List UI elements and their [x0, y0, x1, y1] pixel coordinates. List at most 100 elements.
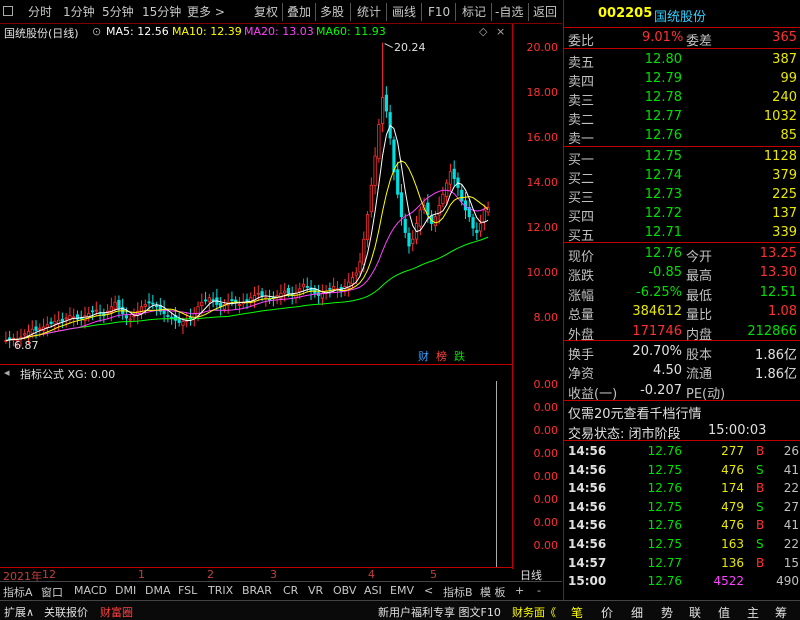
buy-row[interactable]: 买三 12.73 225 [564, 185, 800, 206]
tab-dma[interactable]: DMA [145, 584, 171, 597]
stat-row[interactable]: 外盘 171746 内盘 212866 [564, 322, 800, 343]
tab-emv[interactable]: EMV [390, 584, 414, 597]
buy-row[interactable]: 买二 12.74 379 [564, 166, 800, 187]
buy-row[interactable]: 买一 12.75 1128 [564, 147, 800, 168]
remove-watchlist-button[interactable]: -自选 [495, 4, 523, 20]
promo-row[interactable]: 仅需20元查看千档行情 [564, 401, 800, 422]
period-label[interactable]: 日线 [520, 567, 542, 583]
tab-brar[interactable]: BRAR [242, 584, 272, 597]
tab-indicator-b[interactable]: 指标B [443, 584, 473, 600]
stat-row[interactable]: 涨幅 -6.25% 最低 12.51 [564, 283, 800, 304]
tab-macd[interactable]: MACD [74, 584, 107, 597]
tab-main[interactable]: 主 [747, 604, 759, 620]
back-button[interactable]: 返回 [533, 4, 557, 20]
finance-badge[interactable]: 财 [418, 348, 429, 364]
sell-row[interactable]: 卖四 12.79 99 [564, 69, 800, 90]
tab-chips[interactable]: 筹 [775, 604, 787, 620]
candle [358, 261, 362, 273]
remove-button[interactable]: - [537, 584, 541, 597]
tab-value[interactable]: 值 [718, 604, 730, 620]
collapse-icon[interactable]: ◂ [4, 366, 10, 379]
expand-icon[interactable] [3, 6, 13, 16]
tab-fsl[interactable]: FSL [178, 584, 197, 597]
chart-stock-label: 国统股份(日线) [4, 27, 79, 40]
tab-obv[interactable]: OBV [333, 584, 356, 597]
candle [256, 292, 260, 295]
tab-scroll-left[interactable]: < [424, 584, 433, 597]
sell-row[interactable]: 卖一 12.76 85 [564, 126, 800, 147]
candle [94, 309, 98, 312]
stats-button[interactable]: 统计 [357, 4, 381, 20]
buy-volume: 137 [772, 206, 797, 221]
tab-template[interactable]: 模 板 [480, 584, 506, 600]
sell-row[interactable]: 卖三 12.78 240 [564, 88, 800, 109]
buy-row[interactable]: 买五 12.71 339 [564, 223, 800, 244]
tick-row[interactable]: 14:56 12.75 163 S 22 [564, 535, 800, 554]
tab-linked[interactable]: 联 [689, 604, 701, 620]
tick-row[interactable]: 14:56 12.75 476 S 41 [564, 461, 800, 480]
tab-detail[interactable]: 细 [631, 604, 643, 620]
tick-side: S [756, 537, 764, 551]
promo-link[interactable]: 新用户福利专享 图文F10 [378, 604, 501, 620]
tab-trend[interactable]: 势 [661, 604, 673, 620]
sell-row[interactable]: 卖二 12.77 1032 [564, 107, 800, 128]
expand-button[interactable]: 扩展∧ [4, 604, 34, 620]
stat-row[interactable]: 涨跌 -0.85 最高 13.30 [564, 263, 800, 284]
candle [211, 299, 215, 301]
tab-window[interactable]: 窗口 [41, 584, 63, 600]
tab-trix[interactable]: TRIX [208, 584, 233, 597]
tab-cr[interactable]: CR [283, 584, 298, 597]
tick-row[interactable]: 15:00 12.76 4522 490 [564, 572, 800, 591]
tab-ticks[interactable]: 笔 [571, 604, 583, 620]
sell-row[interactable]: 卖五 12.80 387 [564, 50, 800, 71]
close-icon[interactable]: × [496, 25, 505, 38]
tab-15min[interactable]: 15分钟 [142, 4, 181, 20]
adjust-button[interactable]: 复权 [254, 4, 278, 20]
tick-row[interactable]: 14:57 12.77 136 B 15 [564, 554, 800, 573]
tab-dmi[interactable]: DMI [115, 584, 136, 597]
tab-1min[interactable]: 1分钟 [63, 4, 95, 20]
wealth-circle-button[interactable]: 财富圈 [100, 604, 133, 620]
finance-link[interactable]: 财务面《 [512, 604, 556, 620]
diamond-icon[interactable]: ◇ [479, 25, 487, 38]
candlestick-chart[interactable] [0, 40, 512, 362]
order-ratio-row: 委比 9.01% 委差 365 [568, 30, 797, 49]
tick-row[interactable]: 14:56 12.76 476 B 41 [564, 516, 800, 535]
stat2-row[interactable]: 收益(一) -0.207 PE(动) [564, 381, 800, 402]
multi-stock-button[interactable]: 多股 [320, 4, 344, 20]
tab-asi[interactable]: ASI [364, 584, 382, 597]
tab-price[interactable]: 价 [601, 604, 613, 620]
settings-icon[interactable]: ⊙ [92, 25, 101, 38]
tab-more[interactable]: 更多 > [187, 4, 225, 20]
f10-button[interactable]: F10 [428, 4, 450, 20]
stat-row[interactable]: 总量 384612 量比 1.08 [564, 302, 800, 323]
right-nav-tabs: 笔 价 细 势 联 值 主 筹 [563, 601, 800, 620]
tab-5min[interactable]: 5分钟 [102, 4, 134, 20]
stat-row[interactable]: 现价 12.76 今开 13.25 [564, 244, 800, 265]
overlay-button[interactable]: 叠加 [287, 4, 311, 20]
chart-toolbar: 分时 1分钟 5分钟 15分钟 更多 > 复权 叠加 多股 统计 画线 F10 … [0, 0, 562, 24]
draw-line-button[interactable]: 画线 [392, 4, 416, 20]
tab-vr[interactable]: VR [308, 584, 323, 597]
stat-value: 12.51 [759, 284, 797, 300]
fall-badge[interactable]: 跌 [454, 348, 465, 364]
promo-text[interactable]: 仅需20元查看千档行情 [568, 403, 702, 422]
tick-row[interactable]: 14:56 12.75 479 S 27 [564, 498, 800, 517]
related-quotes-button[interactable]: 关联报价 [44, 604, 88, 620]
tick-side: S [756, 462, 764, 477]
rank-badge[interactable]: 榜 [436, 348, 447, 364]
stat2-row[interactable]: 换手 20.70% 股本 1.86亿 [564, 342, 800, 363]
tick-row[interactable]: 14:56 12.76 174 B 22 [564, 479, 800, 498]
stat-value: 1.86亿 [755, 348, 797, 363]
stat2-row[interactable]: 净资 4.50 流通 1.86亿 [564, 361, 800, 382]
x-tick: 12 [42, 568, 56, 581]
candle [460, 189, 464, 202]
tick-price: 12.76 [647, 574, 682, 589]
tab-indicator-a[interactable]: 指标A [3, 584, 33, 600]
buy-row[interactable]: 买四 12.72 137 [564, 204, 800, 225]
mark-button[interactable]: 标记 [462, 4, 486, 20]
tab-intraday[interactable]: 分时 [28, 4, 52, 20]
tick-row[interactable]: 14:56 12.76 277 B 26 [564, 442, 800, 461]
indicator-panel[interactable] [0, 381, 512, 567]
add-button[interactable]: + [515, 584, 524, 597]
